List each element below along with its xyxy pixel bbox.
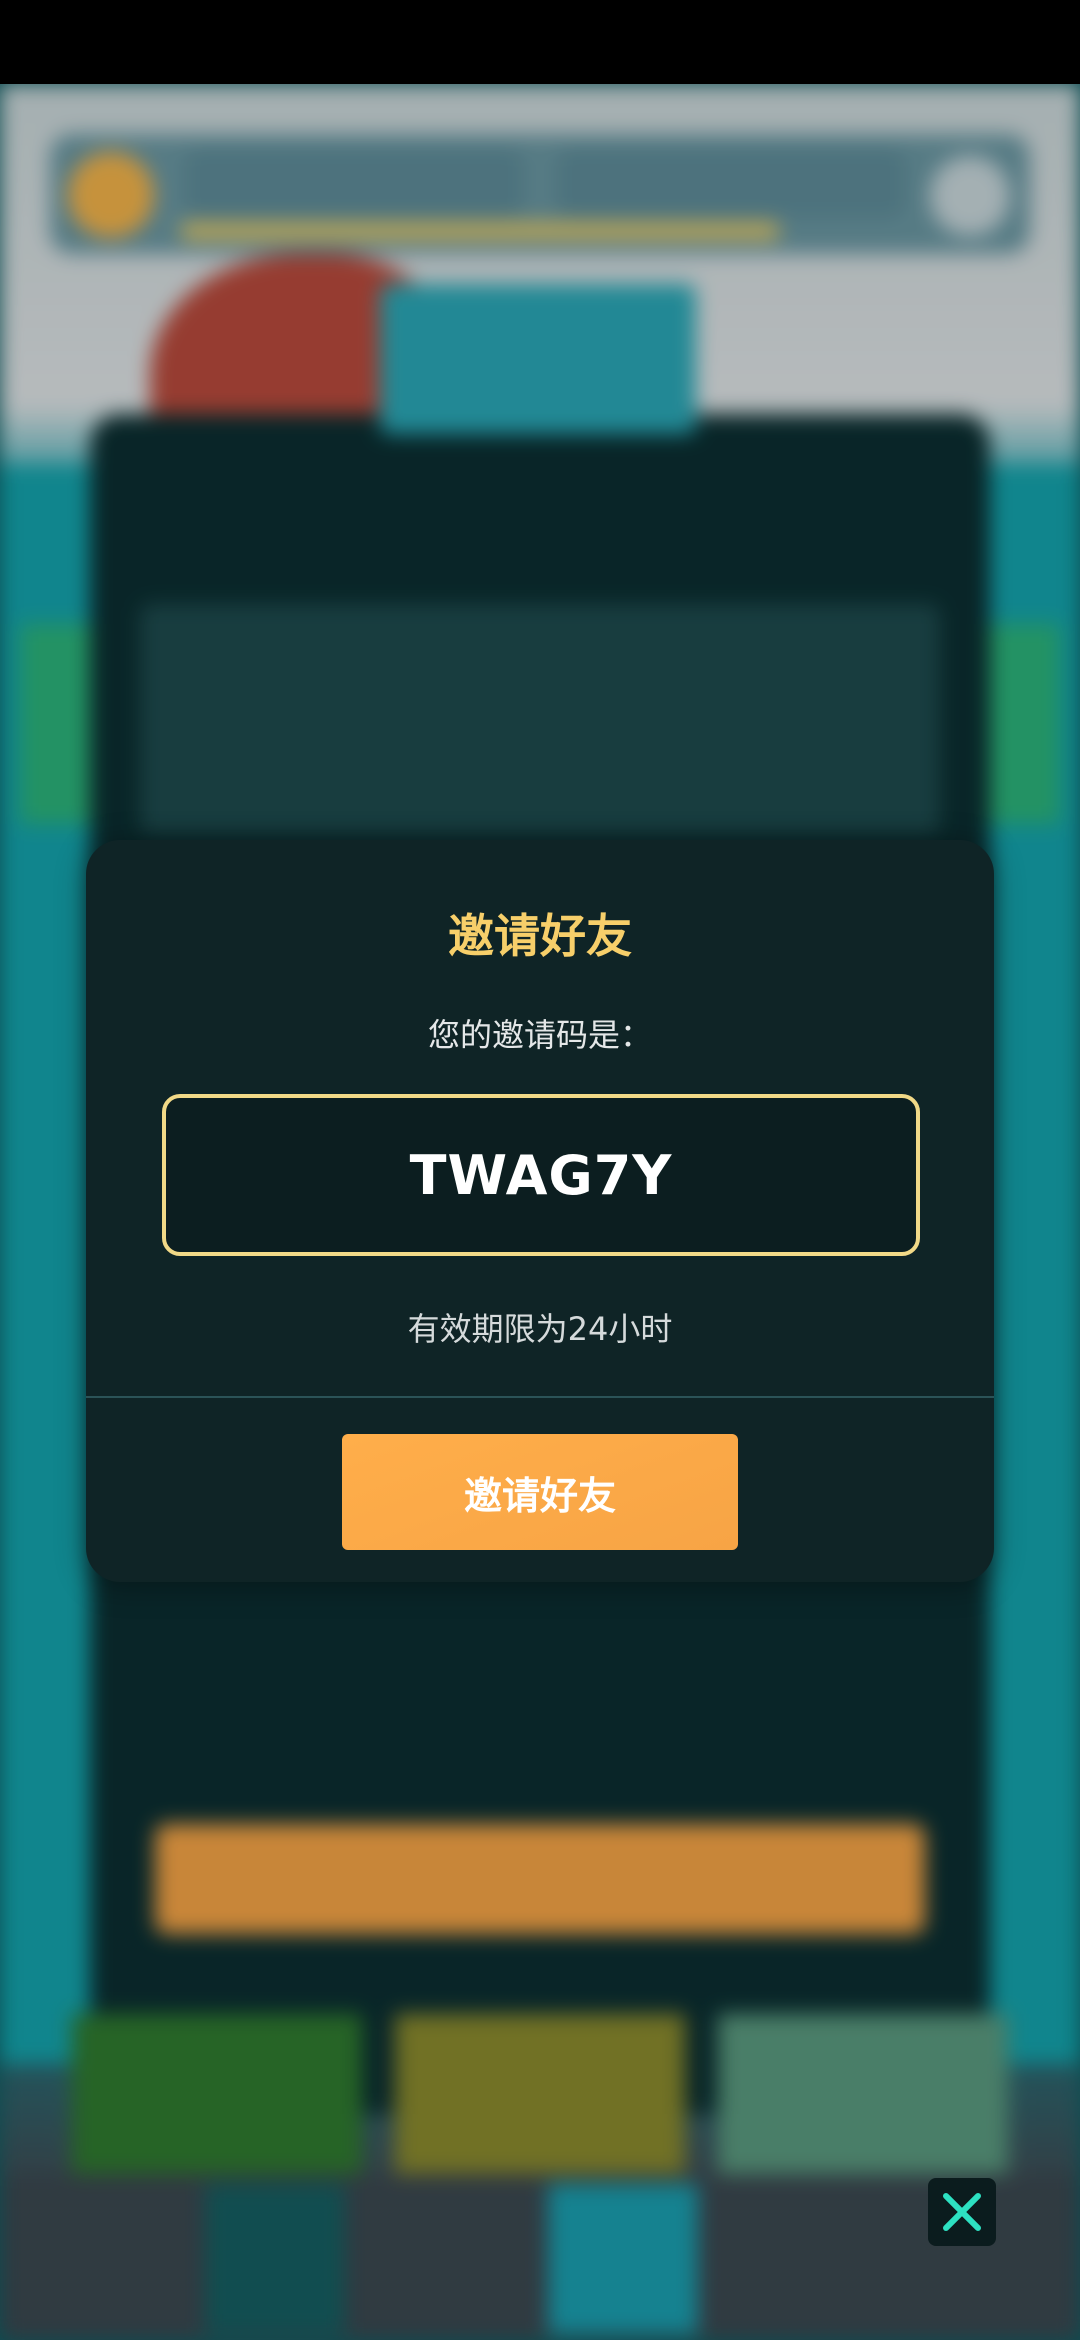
invite-code-box[interactable]: TWAG7Y <box>162 1094 920 1256</box>
validity-text: 有效期限为24小时 <box>407 1310 673 1348</box>
invite-code-label: 您的邀请码是： <box>427 1016 652 1054</box>
divider <box>86 1396 994 1398</box>
close-button[interactable] <box>928 2178 996 2246</box>
system-status-bar <box>0 0 1080 84</box>
invite-friends-modal: 邀请好友 您的邀请码是： TWAG7Y 有效期限为24小时 邀请好友 <box>86 840 994 1582</box>
close-icon <box>943 2193 981 2231</box>
invite-friends-button[interactable]: 邀请好友 <box>342 1434 738 1550</box>
modal-title: 邀请好友 <box>448 909 632 963</box>
